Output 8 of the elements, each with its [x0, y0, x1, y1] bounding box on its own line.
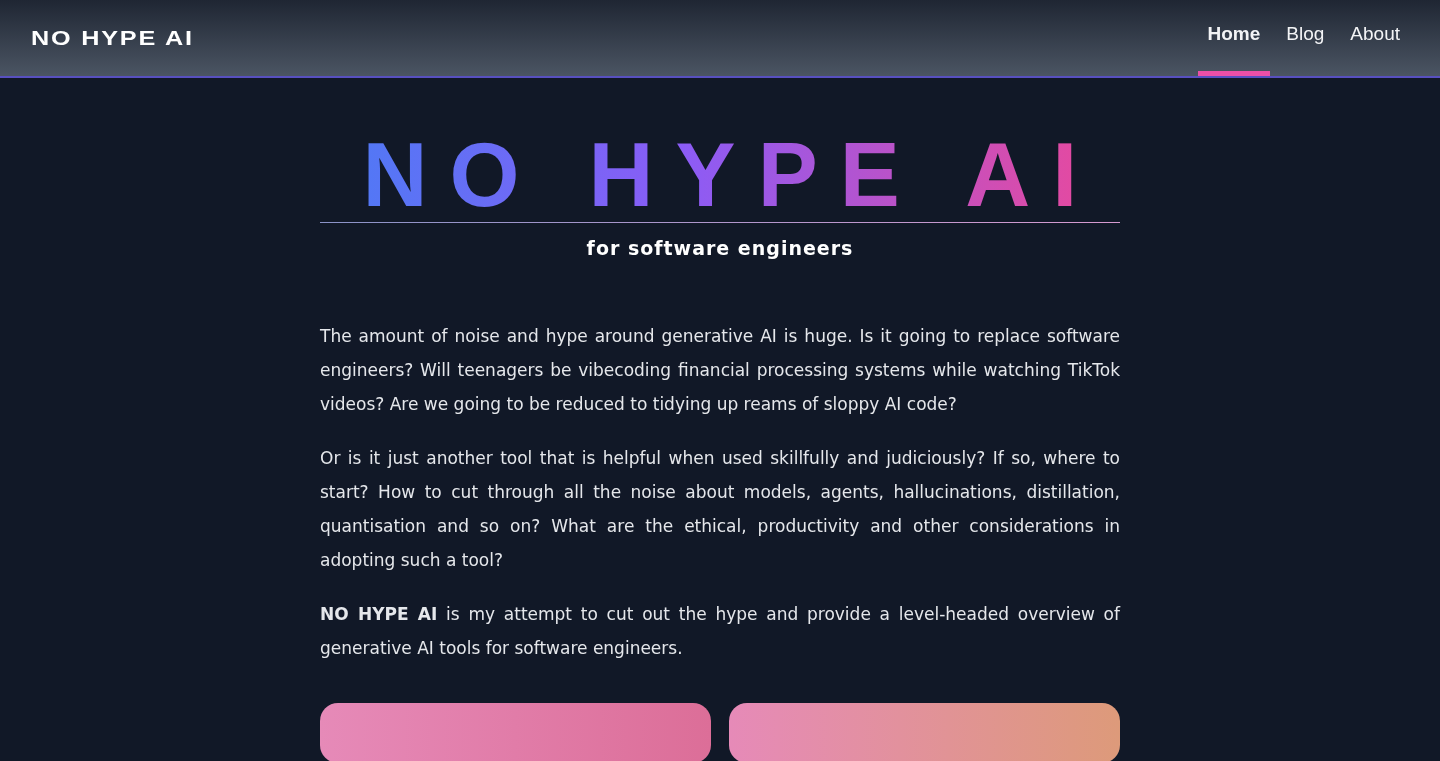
nav-link[interactable]: Blog	[1276, 0, 1335, 76]
paragraph: Or is it just another tool that is helpful when used skillfully and judiciously? If so, where to start? How to cut through all the noise about models, agents, hallucinations, distillation, quantisation and so on? What are the ethical, productivity and other considerations in adopting such a tool?	[320, 447, 1120, 572]
nav-link[interactable]: Home	[1197, 0, 1271, 76]
site-logo[interactable]: NO HYPE AI	[31, 26, 194, 50]
paragraph: NO HYPE AI is my attempt to cut out the hype and provide a level-headed overview of generative AI tools for software engineers.	[320, 603, 1120, 660]
paragraph: The amount of noise and hype around generative AI is huge. Is it going to replace software engineers? Will teenagers be vibecoding financial processing systems while watching TikTok videos? Are we going to be reduced to tidying up reams of sloppy AI code?	[320, 325, 1120, 416]
nav-link[interactable]: About	[1340, 0, 1410, 76]
hero-subtitle: for software engineers	[585, 237, 855, 259]
